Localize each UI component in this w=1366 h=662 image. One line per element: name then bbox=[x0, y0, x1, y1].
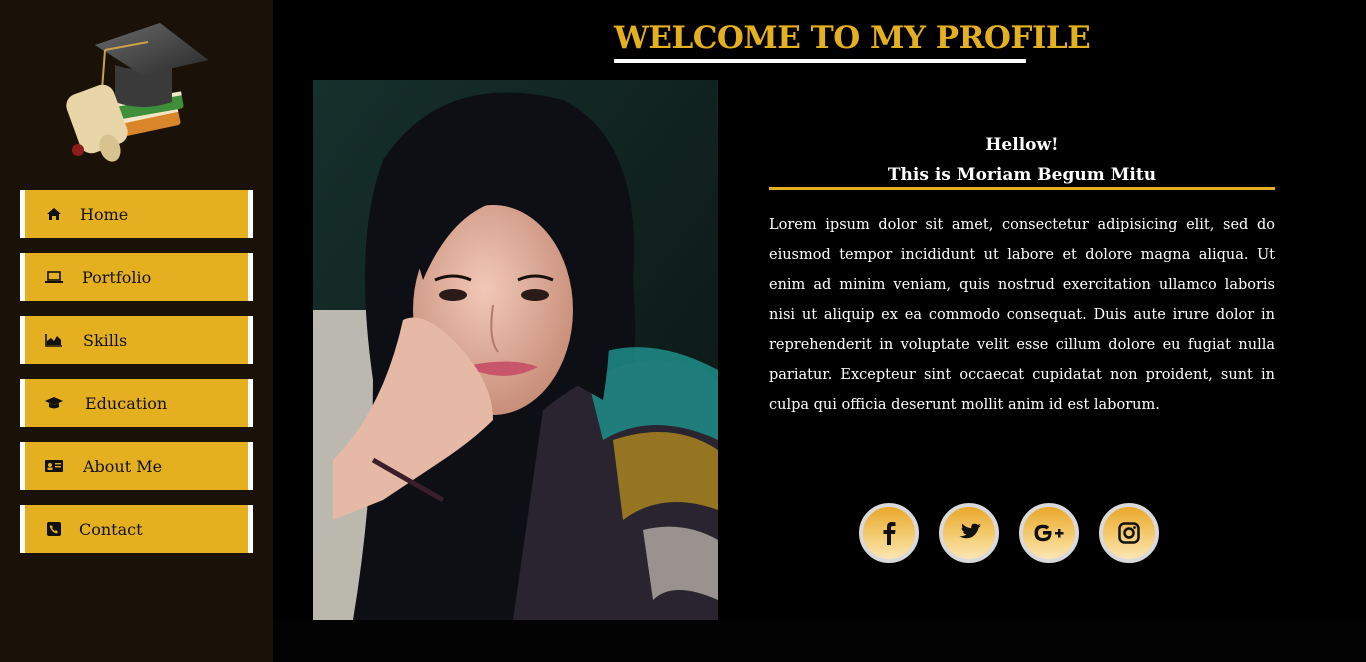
name-underline bbox=[769, 187, 1275, 190]
facebook-icon bbox=[883, 522, 896, 545]
nav-contact-button[interactable]: Contact bbox=[20, 505, 253, 553]
twitter-icon bbox=[959, 523, 981, 539]
footer-strip bbox=[273, 620, 1366, 662]
graduation-books-icon bbox=[66, 23, 208, 162]
phone-icon bbox=[45, 520, 63, 538]
name-line: This is Moriam Begum Mitu bbox=[887, 165, 1157, 185]
profile-photo bbox=[313, 80, 718, 620]
laptop-icon bbox=[45, 268, 63, 286]
id-card-icon bbox=[45, 457, 63, 475]
nav-education-button[interactable]: Education bbox=[20, 379, 253, 427]
twitter-button[interactable] bbox=[939, 503, 999, 563]
sidebar: Home Portfolio Skills Education About Me… bbox=[0, 0, 273, 662]
nav-skills-button[interactable]: Skills bbox=[20, 316, 253, 364]
nav-portfolio-button[interactable]: Portfolio bbox=[20, 253, 253, 301]
title-underline bbox=[614, 59, 1026, 63]
nav-skills-label: Skills bbox=[83, 330, 128, 350]
google-plus-button[interactable] bbox=[1019, 503, 1079, 563]
nav-portfolio-label: Portfolio bbox=[82, 267, 152, 287]
nav-home-button[interactable]: Home bbox=[20, 190, 253, 238]
nav-education-label: Education bbox=[85, 393, 168, 413]
instagram-button[interactable] bbox=[1099, 503, 1159, 563]
bio-paragraph: Lorem ipsum dolor sit amet, consectetur … bbox=[769, 217, 1275, 413]
page-title: WELCOME TO MY PROFILE bbox=[614, 20, 1091, 56]
google-plus-icon bbox=[1034, 524, 1064, 542]
nav-home-label: Home bbox=[80, 204, 129, 224]
greeting-line: Hellow! bbox=[985, 135, 1059, 155]
instagram-icon bbox=[1118, 522, 1140, 544]
graduation-cap-icon bbox=[45, 394, 63, 412]
nav-contact-label: Contact bbox=[79, 519, 143, 539]
home-icon bbox=[45, 205, 63, 223]
area-chart-icon bbox=[45, 331, 63, 349]
profile-greeting: Hellow! This is Moriam Begum Mitu bbox=[769, 130, 1275, 190]
facebook-button[interactable] bbox=[859, 503, 919, 563]
nav-about-label: About Me bbox=[83, 456, 163, 476]
nav-about-button[interactable]: About Me bbox=[20, 442, 253, 490]
